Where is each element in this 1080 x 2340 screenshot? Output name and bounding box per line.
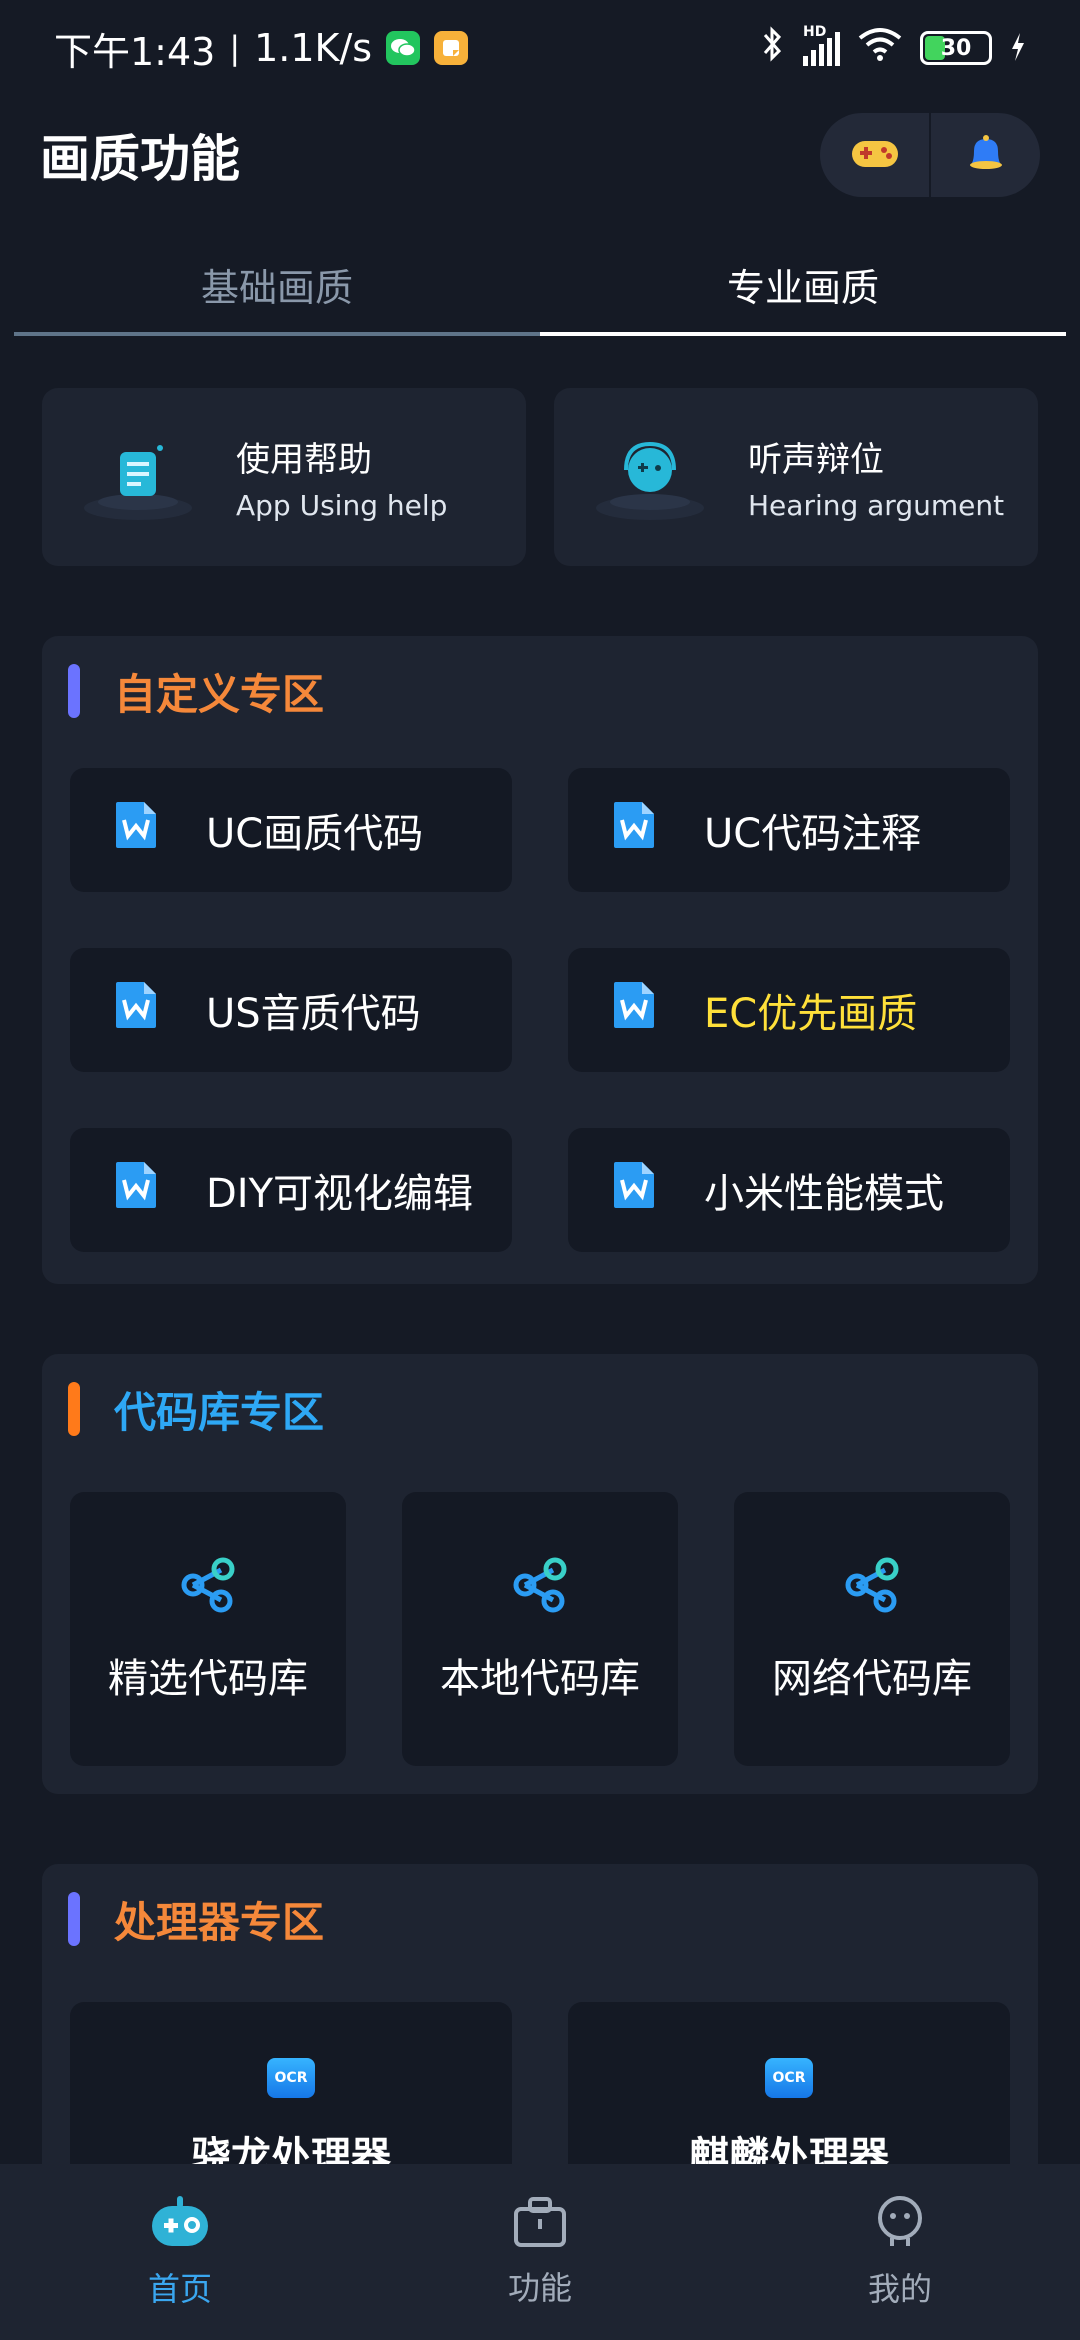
diy-visual-edit-button[interactable]: DIY可视化编辑 (70, 1128, 512, 1252)
library-section-title: 代码库专区 (114, 1387, 325, 1437)
help-subtitle-hearing: Hearing argument (748, 489, 1005, 522)
quality-tabs: 基础画质 专业画质 (14, 232, 1066, 336)
wifi-icon (858, 26, 902, 71)
word-doc-icon (114, 980, 158, 1040)
home-gamepad-icon (148, 2194, 212, 2258)
nav-profile[interactable]: 我的 (720, 2164, 1080, 2340)
uc-quality-code-button[interactable]: UC画质代码 (70, 768, 512, 892)
xiaomi-performance-mode-button[interactable]: 小米性能模式 (568, 1128, 1010, 1252)
featured-library-card[interactable]: 精选代码库 (70, 1492, 346, 1766)
section-accent-bar (68, 1892, 80, 1946)
help-title-usage: 使用帮助 (236, 440, 372, 480)
library-section: 代码库专区 精选代码库 本地代码库 网络代码库 (42, 1354, 1038, 1794)
help-text-usage: 使用帮助 App Using help (236, 432, 447, 522)
xiaomi-performance-mode-label: 小米性能模式 (704, 1171, 944, 1217)
ec-priority-quality-button[interactable]: EC优先画质 (568, 948, 1010, 1072)
status-right: HD 30 (761, 24, 1026, 72)
help-row: 使用帮助 App Using help 听声辩位 Hearing argumen… (42, 388, 1038, 566)
app-header: 画质功能 (0, 100, 1080, 210)
robot-face-icon (872, 2194, 928, 2258)
signal-icon: HD (803, 24, 840, 66)
notification-button[interactable] (929, 113, 1040, 197)
share-icon (177, 1554, 239, 1626)
network-type-label: HD (803, 24, 827, 40)
snapdragon-processor-card[interactable]: OCR 骁龙处理器 (70, 2002, 512, 2182)
status-speed: 1.1K/s (254, 26, 373, 70)
help-subtitle-usage: App Using help (236, 489, 448, 522)
headset-illustration-icon (590, 422, 710, 532)
processor-section-title: 处理器专区 (114, 1897, 325, 1947)
network-library-label: 网络代码库 (772, 1656, 972, 1702)
processor-grid: OCR 骁龙处理器 OCR 麒麟处理器 (42, 1974, 1038, 2182)
nav-home[interactable]: 首页 (0, 2164, 360, 2340)
ocr-icon: OCR (267, 2058, 315, 2098)
section-accent-bar (68, 664, 80, 718)
network-library-card[interactable]: 网络代码库 (734, 1492, 1010, 1766)
share-icon (841, 1554, 903, 1626)
library-section-header: 代码库专区 (42, 1354, 1038, 1464)
charging-icon (1010, 26, 1026, 70)
battery-level: 30 (940, 35, 972, 61)
nav-home-label: 首页 (147, 2270, 212, 2308)
custom-section-header: 自定义专区 (42, 636, 1038, 746)
nav-functions-label: 功能 (507, 2269, 572, 2307)
help-title-hearing: 听声辩位 (748, 440, 884, 480)
word-doc-icon (612, 800, 656, 860)
custom-section: 自定义专区 UC画质代码 UC代码注释 US音质代码 EC优先画质 DIY可视化… (42, 636, 1038, 1284)
custom-section-title: 自定义专区 (114, 669, 325, 719)
note-app-icon (434, 31, 469, 65)
status-time: 下午1:43 (54, 29, 216, 74)
uc-code-comment-button[interactable]: UC代码注释 (568, 768, 1010, 892)
battery-icon: 30 (920, 31, 992, 65)
status-left: 下午1:43 | 1.1K/s (54, 21, 469, 76)
bluetooth-icon (761, 25, 785, 72)
nav-functions[interactable]: 功能 (360, 2164, 720, 2340)
gamepad-icon (850, 135, 900, 175)
bell-icon (964, 131, 1008, 179)
section-accent-bar (68, 1382, 80, 1436)
word-doc-icon (612, 980, 656, 1040)
header-actions (820, 113, 1040, 197)
word-doc-icon (612, 1160, 656, 1220)
status-separator: | (229, 29, 241, 67)
diy-visual-edit-label: DIY可视化编辑 (206, 1171, 474, 1217)
status-bar: 下午1:43 | 1.1K/s HD 30 (0, 0, 1080, 96)
help-card-hearing[interactable]: 听声辩位 Hearing argument (554, 388, 1038, 566)
document-illustration-icon (78, 422, 198, 532)
wechat-icon (386, 31, 421, 65)
tab-pro-quality[interactable]: 专业画质 (540, 232, 1066, 336)
ec-priority-quality-label: EC优先画质 (704, 991, 918, 1037)
gamepad-button[interactable] (820, 113, 929, 197)
share-icon (509, 1554, 571, 1626)
help-text-hearing: 听声辩位 Hearing argument (748, 432, 1004, 522)
bottom-navigation: 首页 功能 我的 (0, 2164, 1080, 2340)
word-doc-icon (114, 800, 158, 860)
custom-grid: UC画质代码 UC代码注释 US音质代码 EC优先画质 DIY可视化编辑 小米性… (42, 746, 1038, 1252)
word-doc-icon (114, 1160, 158, 1220)
local-library-label: 本地代码库 (440, 1656, 640, 1702)
local-library-card[interactable]: 本地代码库 (402, 1492, 678, 1766)
page-title: 画质功能 (40, 130, 240, 188)
library-grid: 精选代码库 本地代码库 网络代码库 (42, 1464, 1038, 1766)
uc-code-comment-label: UC代码注释 (704, 811, 922, 857)
ocr-icon: OCR (765, 2058, 813, 2098)
us-audio-code-button[interactable]: US音质代码 (70, 948, 512, 1072)
us-audio-code-label: US音质代码 (206, 991, 421, 1037)
processor-section-header: 处理器专区 (42, 1864, 1038, 1974)
tab-basic-quality[interactable]: 基础画质 (14, 232, 540, 336)
briefcase-icon (512, 2195, 568, 2257)
uc-quality-code-label: UC画质代码 (206, 811, 424, 857)
help-card-usage[interactable]: 使用帮助 App Using help (42, 388, 526, 566)
featured-library-label: 精选代码库 (108, 1656, 308, 1702)
kirin-processor-card[interactable]: OCR 麒麟处理器 (568, 2002, 1010, 2182)
nav-profile-label: 我的 (867, 2270, 932, 2308)
